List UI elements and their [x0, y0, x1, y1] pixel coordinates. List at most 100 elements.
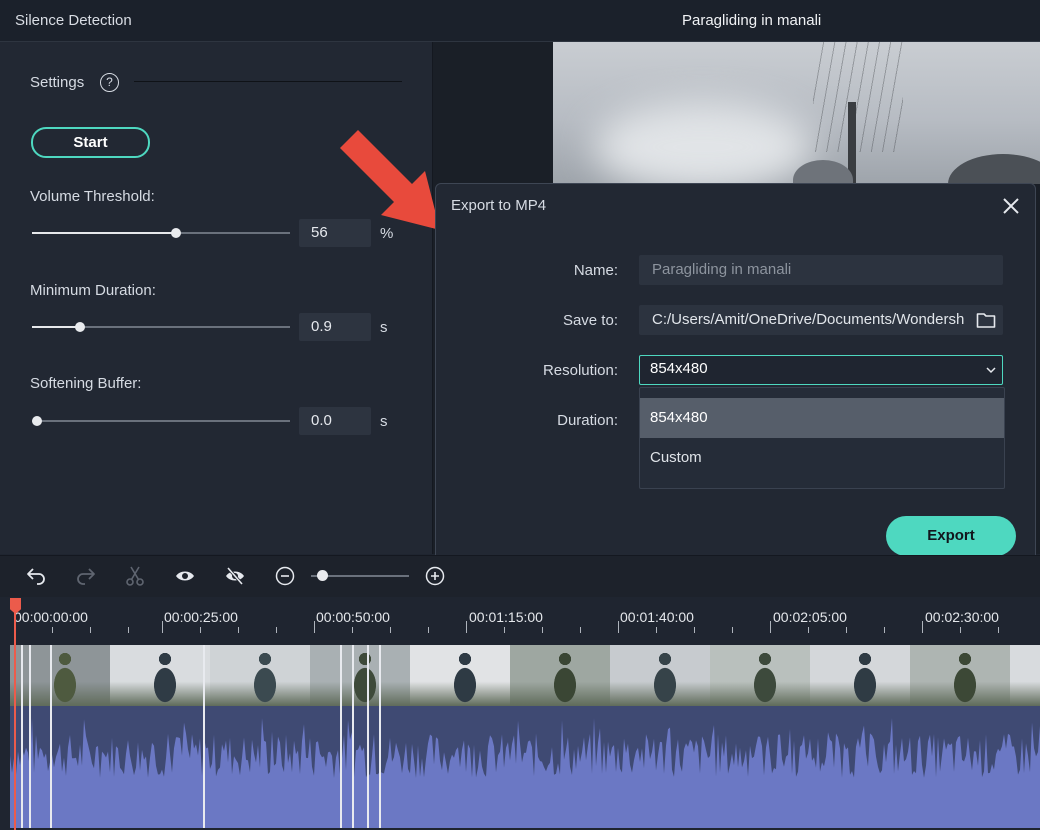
video-preview — [553, 42, 1040, 184]
video-thumbnail — [210, 645, 310, 706]
name-field[interactable]: Paragliding in manali — [639, 255, 1003, 285]
major-tick — [162, 621, 163, 633]
export-dialog: Export to MP4 Name: Paragliding in manal… — [435, 183, 1036, 576]
minimum-duration-handle[interactable] — [75, 322, 85, 332]
audio-track[interactable] — [10, 706, 1040, 828]
video-thumbnail — [10, 645, 110, 706]
export-button[interactable]: Export — [886, 516, 1016, 556]
softening-buffer-handle[interactable] — [32, 416, 42, 426]
video-thumbnail — [810, 645, 910, 706]
resolution-option-custom[interactable]: Custom — [640, 438, 1004, 478]
tick-label: 00:01:40:00 — [620, 609, 694, 625]
tick-label: 00:00:25:00 — [164, 609, 238, 625]
cut-marker — [367, 645, 369, 828]
undo-icon[interactable] — [25, 565, 47, 587]
folder-icon[interactable] — [976, 311, 996, 329]
title-bar — [0, 0, 1040, 42]
tick-label: 00:02:05:00 — [773, 609, 847, 625]
zoom-handle[interactable] — [317, 570, 328, 581]
minor-tick — [960, 627, 961, 633]
minimum-duration-input[interactable]: 0.9 — [299, 313, 371, 341]
volume-threshold-handle[interactable] — [171, 228, 181, 238]
zoom-in-icon[interactable] — [424, 565, 446, 587]
video-thumbnail — [310, 645, 410, 706]
major-tick — [314, 621, 315, 633]
eye-slash-icon[interactable] — [224, 565, 246, 587]
tick-label: 00:02:30:00 — [925, 609, 999, 625]
minor-tick — [808, 627, 809, 633]
minor-tick — [276, 627, 277, 633]
cut-marker — [379, 645, 381, 828]
minor-tick — [580, 627, 581, 633]
resolution-label: Resolution: — [542, 362, 618, 379]
minimum-duration-unit: s — [380, 319, 388, 336]
major-tick — [618, 621, 619, 633]
panel-title: Silence Detection — [15, 12, 132, 29]
resolution-option-854x480[interactable]: 854x480 — [640, 398, 1004, 438]
settings-heading: Settings — [30, 74, 85, 91]
minor-tick — [90, 627, 91, 633]
duration-label: Duration: — [557, 412, 618, 429]
resolution-dropdown: 854x480 Custom — [639, 387, 1005, 489]
minimum-duration-fill — [32, 326, 80, 328]
video-thumbnail — [1010, 645, 1040, 706]
major-tick — [770, 621, 771, 633]
video-thumbnail — [510, 645, 610, 706]
redo-icon[interactable] — [75, 565, 97, 587]
project-title: Paragliding in manali — [682, 12, 822, 29]
minor-tick — [694, 627, 695, 633]
video-track[interactable] — [10, 645, 1040, 706]
zoom-out-icon[interactable] — [274, 565, 296, 587]
save-to-label: Save to: — [562, 312, 618, 329]
tick-label: 00:00:00:00 — [14, 609, 88, 625]
start-button[interactable]: Start — [31, 127, 150, 158]
video-thumbnail — [910, 645, 1010, 706]
resolution-select[interactable]: 854x480 — [639, 355, 1003, 385]
minor-tick — [542, 627, 543, 633]
video-thumbnail — [610, 645, 710, 706]
dialog-title: Export to MP4 — [451, 197, 547, 214]
minor-tick — [128, 627, 129, 633]
red-arrow-icon — [340, 130, 440, 230]
minor-tick — [390, 627, 391, 633]
scissors-icon[interactable] — [124, 565, 146, 587]
save-path-text: C:/Users/Amit/OneDrive/Documents/Wonders… — [652, 311, 965, 328]
minor-tick — [504, 627, 505, 633]
video-thumbnail — [410, 645, 510, 706]
save-path-field[interactable]: C:/Users/Amit/OneDrive/Documents/Wonders… — [639, 305, 1003, 335]
major-tick — [466, 621, 467, 633]
cut-marker — [203, 645, 205, 828]
playhead[interactable] — [14, 612, 16, 830]
softening-buffer-input[interactable]: 0.0 — [299, 407, 371, 435]
minor-tick — [846, 627, 847, 633]
minor-tick — [52, 627, 53, 633]
cut-marker — [50, 645, 52, 828]
cut-marker — [340, 645, 342, 828]
softening-buffer-slider[interactable] — [32, 420, 290, 422]
name-label: Name: — [573, 262, 618, 279]
minor-tick — [200, 627, 201, 633]
major-tick — [922, 621, 923, 633]
tick-label: 00:01:15:00 — [469, 609, 543, 625]
minor-tick — [656, 627, 657, 633]
volume-threshold-label: Volume Threshold: — [30, 188, 155, 205]
close-icon[interactable] — [1001, 196, 1021, 216]
resolution-value: 854x480 — [650, 360, 708, 377]
softening-buffer-unit: s — [380, 413, 388, 430]
video-thumbnail — [110, 645, 210, 706]
video-thumbnail — [710, 645, 810, 706]
eye-icon[interactable] — [174, 565, 196, 587]
time-ruler[interactable]: 00:00:00:00 00:00:25:00 00:00:50:00 00:0… — [0, 597, 1040, 637]
minor-tick — [884, 627, 885, 633]
audio-waveform — [10, 718, 1040, 828]
cut-marker — [352, 645, 354, 828]
timeline-toolbar — [0, 555, 1040, 598]
softening-buffer-label: Softening Buffer: — [30, 375, 142, 392]
volume-threshold-fill — [32, 232, 176, 234]
minor-tick — [732, 627, 733, 633]
minor-tick — [428, 627, 429, 633]
divider — [134, 81, 402, 82]
minor-tick — [998, 627, 999, 633]
help-icon[interactable]: ? — [100, 73, 119, 92]
chevron-down-icon — [986, 367, 996, 374]
